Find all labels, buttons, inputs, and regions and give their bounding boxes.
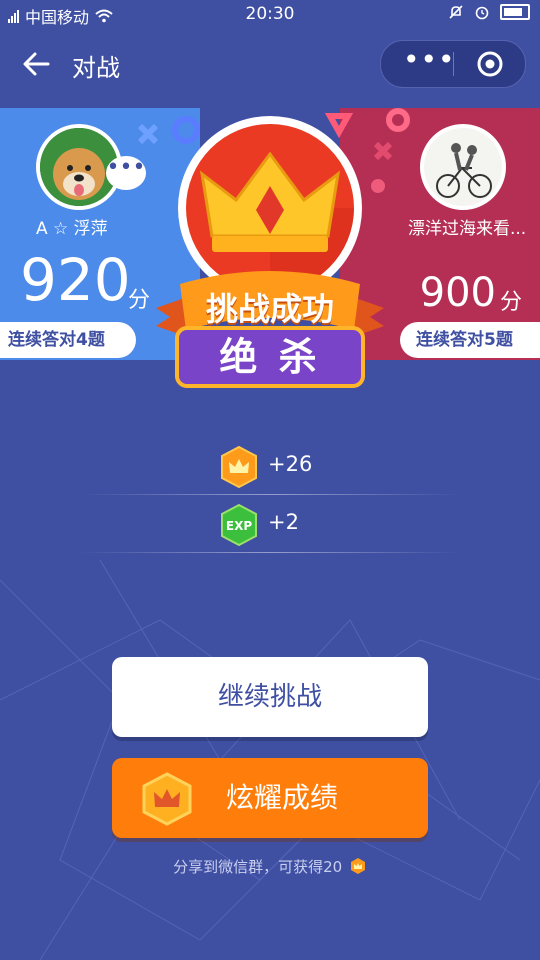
battery-icon xyxy=(500,4,530,20)
mini-program-capsule: ••• xyxy=(380,40,526,88)
mute-bell-icon xyxy=(449,5,463,19)
navigation-bar: 对战 ••• xyxy=(0,36,540,92)
page-title: 对战 xyxy=(72,54,120,82)
share-hint: 分享到微信群，可获得20 xyxy=(0,856,540,877)
result-title: 挑战成功 xyxy=(205,290,334,328)
coin-reward-row: +26 xyxy=(0,438,540,494)
crown-coin-icon xyxy=(221,446,257,488)
result-subtitle-plate: 绝 杀 xyxy=(175,326,365,388)
capsule-divider xyxy=(453,52,454,76)
more-options-icon[interactable]: ••• xyxy=(403,46,455,79)
crown-coin-icon xyxy=(142,772,192,826)
alarm-icon xyxy=(475,6,489,20)
back-arrow-icon[interactable] xyxy=(22,49,52,79)
continue-challenge-button[interactable]: 继续挑战 xyxy=(112,657,428,737)
right-player-avatar[interactable] xyxy=(420,124,506,210)
status-bar: 中国移动 20:30 xyxy=(0,0,540,28)
share-hint-text: 分享到微信群，可获得20 xyxy=(173,858,343,876)
left-player-name: A ☆ 浮萍 xyxy=(36,219,108,239)
coin-reward-value: +26 xyxy=(268,452,313,476)
divider xyxy=(80,552,460,553)
show-off-score-label: 炫耀成绩 xyxy=(226,781,339,814)
exp-reward-row: EXP +2 xyxy=(0,496,540,552)
right-player-name: 漂洋过海来看... xyxy=(408,219,527,239)
crown-coin-small-icon xyxy=(350,858,365,874)
close-mini-program-icon[interactable] xyxy=(477,51,503,77)
result-subtitle: 绝 杀 xyxy=(219,335,321,379)
divider xyxy=(80,494,460,495)
exp-icon-label: EXP xyxy=(226,519,252,533)
exp-reward-value: +2 xyxy=(268,510,299,534)
exp-icon: EXP xyxy=(221,504,257,546)
show-off-score-button[interactable]: 炫耀成绩 xyxy=(112,758,428,838)
bicycle-avatar-image xyxy=(424,128,502,206)
